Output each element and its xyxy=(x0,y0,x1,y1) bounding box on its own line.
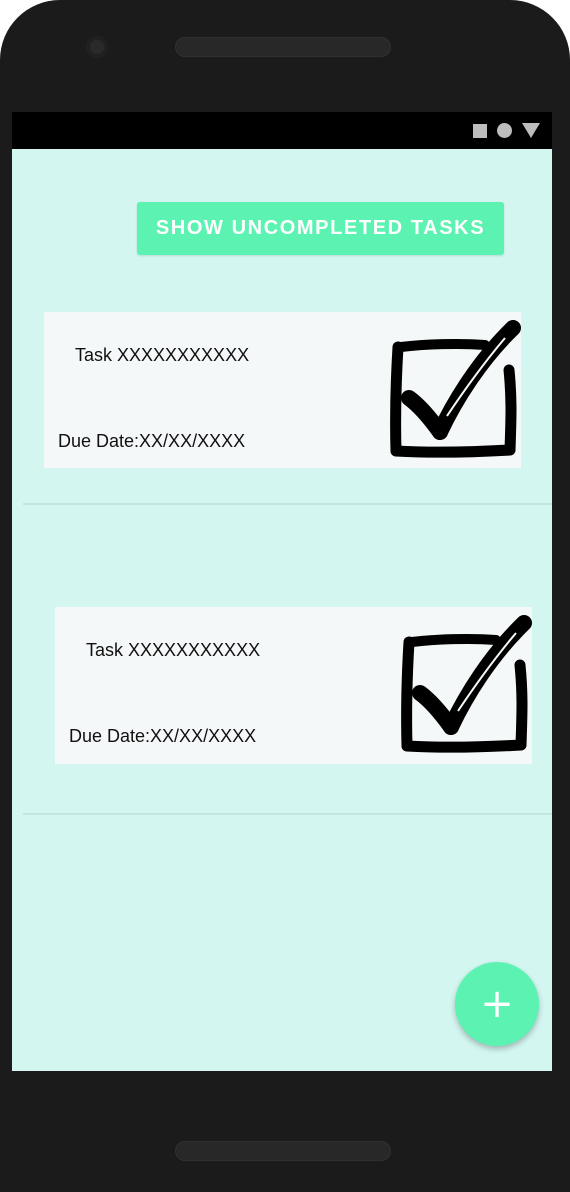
task-card[interactable]: Task XXXXXXXXXXX Due Date:XX/XX/XXXX xyxy=(44,312,521,468)
task-card[interactable]: Task XXXXXXXXXXX Due Date:XX/XX/XXXX xyxy=(55,607,532,764)
show-uncompleted-tasks-button[interactable]: SHOW UNCOMPLETED TASKS xyxy=(137,202,504,255)
list-divider xyxy=(23,503,552,505)
task-name: Task XXXXXXXXXXX xyxy=(86,640,261,660)
add-task-button[interactable]: + xyxy=(455,962,539,1046)
task-name: Task XXXXXXXXXXX xyxy=(75,345,250,365)
list-divider xyxy=(23,813,552,815)
front-camera xyxy=(86,36,108,58)
task-due-date: Due Date:XX/XX/XXXX xyxy=(69,726,257,746)
checkbox-checked-icon[interactable] xyxy=(396,615,532,753)
phone-frame: SHOW UNCOMPLETED TASKS Task XXXXXXXXXXX … xyxy=(0,0,570,1192)
task-due-date: Due Date:XX/XX/XXXX xyxy=(58,431,246,451)
triangle-icon xyxy=(522,123,540,138)
add-icon: + xyxy=(480,981,514,1027)
top-speaker xyxy=(175,37,391,57)
square-icon xyxy=(473,123,487,138)
status-bar xyxy=(12,112,552,149)
circle-icon xyxy=(497,123,512,138)
app-screen: SHOW UNCOMPLETED TASKS Task XXXXXXXXXXX … xyxy=(12,149,552,1071)
bottom-speaker xyxy=(175,1141,391,1161)
status-icons xyxy=(473,122,540,139)
checkbox-checked-icon[interactable] xyxy=(385,320,521,458)
